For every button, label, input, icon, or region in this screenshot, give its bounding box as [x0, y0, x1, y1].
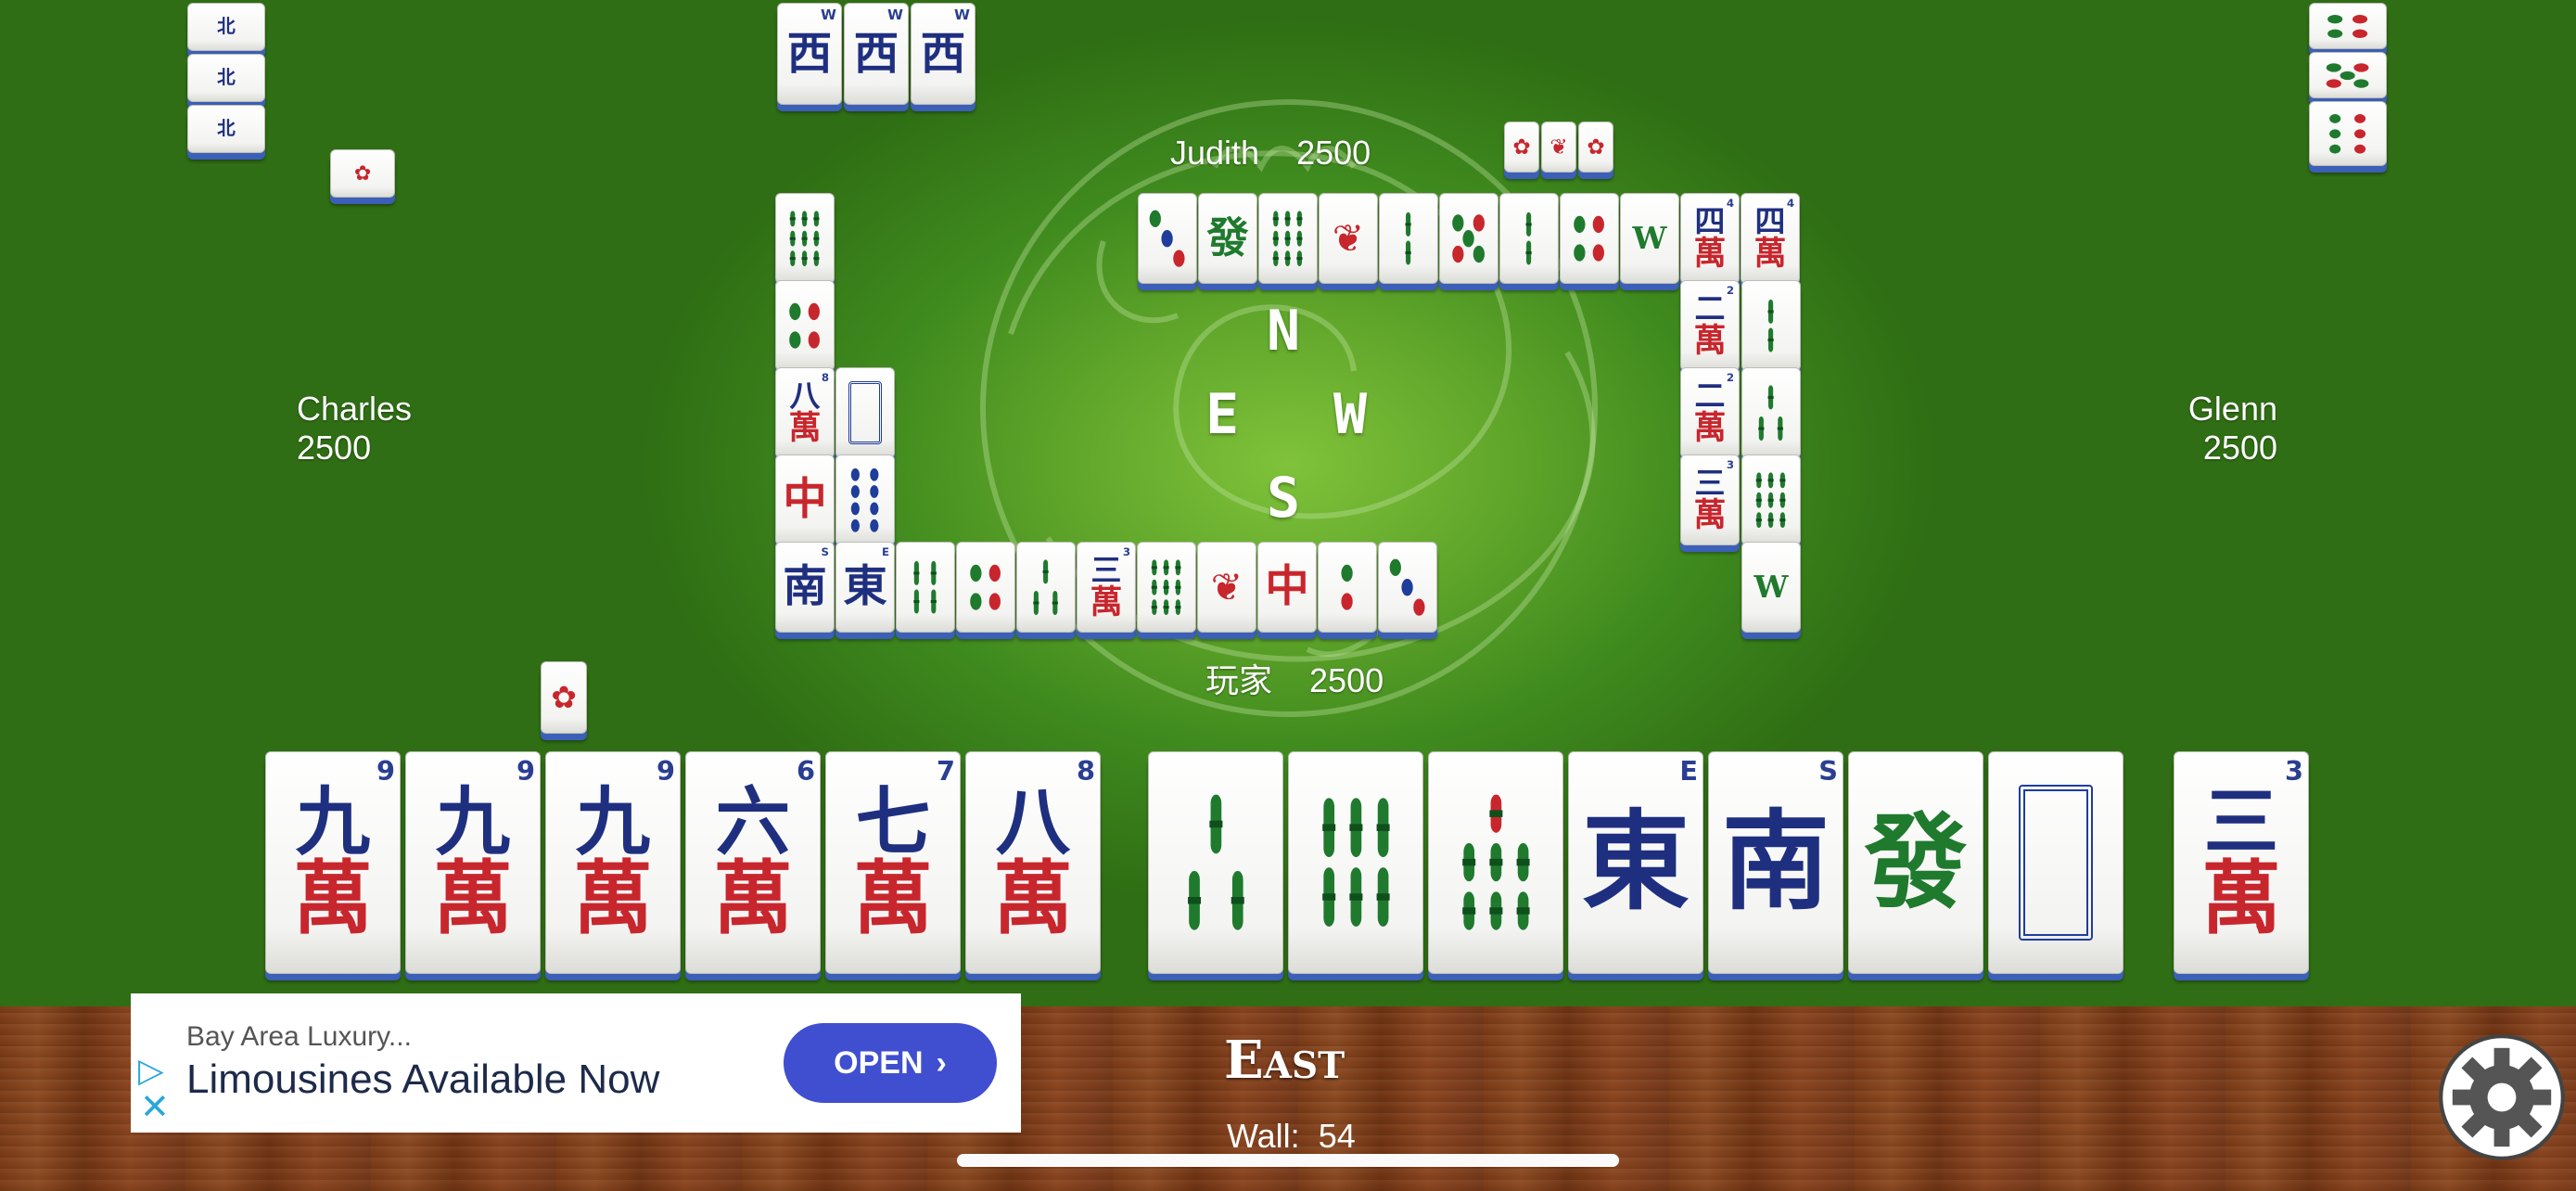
home-indicator[interactable] — [957, 1154, 1619, 1167]
discard-tile — [956, 542, 1015, 633]
discard-tile — [1741, 280, 1801, 371]
flower-tile: ✿ — [1578, 122, 1613, 173]
meld-tile — [2309, 52, 2387, 98]
discard-tile: 三 萬3 — [1077, 542, 1136, 633]
discard-tile — [1318, 542, 1377, 633]
ad-open-button[interactable]: OPEN › — [784, 1023, 997, 1103]
round-wind: East — [1224, 1030, 1345, 1091]
hand-tile[interactable] — [1288, 751, 1423, 974]
ad-close-icon[interactable]: ✕ — [140, 1086, 170, 1128]
wall-count: Wall: 54 — [1227, 1117, 1356, 1156]
discard-tile — [1499, 193, 1559, 284]
meld-tile — [2309, 3, 2387, 49]
discard-tile: 四 萬4 — [1741, 193, 1800, 284]
settings-gear-icon[interactable] — [2437, 1032, 2567, 1162]
discard-tile: ❦ — [1197, 542, 1256, 633]
hand-tile[interactable] — [1428, 751, 1563, 974]
hand-tile[interactable]: 七 萬7 — [825, 751, 961, 974]
discard-tile: 二 萬2 — [1680, 367, 1740, 458]
discard-tile: W — [1620, 193, 1679, 284]
discard-tile — [1138, 193, 1197, 284]
discard-tile: 四 萬4 — [1680, 193, 1740, 284]
discard-tile — [1439, 193, 1498, 284]
discard-tile — [1741, 367, 1801, 458]
west-player: Charles 2500 — [297, 390, 412, 467]
discard-tile: 八 萬8 — [775, 367, 835, 458]
hand-tile[interactable]: 九 萬9 — [545, 751, 681, 974]
discard-tile: 三 萬3 — [1680, 455, 1740, 545]
east-player: Glenn 2500 — [2179, 390, 2277, 467]
ad-choices-icon[interactable]: ▷ — [138, 1051, 164, 1090]
ad-title: Limousines Available Now — [186, 1057, 660, 1102]
meld-tile: 西W — [777, 3, 842, 105]
player-name: Charles — [297, 390, 413, 428]
discard-tile — [835, 455, 895, 545]
ad-banner[interactable]: ▷ ✕ Bay Area Luxury... Limousines Availa… — [131, 993, 1021, 1133]
north-player: Judith 2500 — [1170, 134, 1371, 173]
discard-tile: 發 — [1198, 193, 1257, 284]
compass-south: S — [1267, 466, 1301, 531]
hand-tile[interactable]: 八 萬8 — [965, 751, 1101, 974]
discard-tile — [1258, 193, 1318, 284]
discard-tile: 中 — [1257, 542, 1317, 633]
flower-tile: ❦ — [1541, 122, 1576, 173]
player-score: 2500 — [1296, 134, 1371, 172]
player-score: 2500 — [297, 429, 372, 467]
flower-tile: ✿ — [330, 149, 395, 198]
player-name: Judith — [1170, 134, 1260, 172]
meld-tile: 北 — [187, 54, 265, 102]
discard-tile — [775, 193, 835, 284]
hand-tile[interactable]: 九 萬9 — [405, 751, 541, 974]
meld-tile: 西W — [844, 3, 909, 105]
discard-tile: W — [1741, 542, 1801, 633]
discard-tile — [1379, 193, 1438, 284]
hand-tile[interactable] — [1988, 751, 2123, 974]
hand-tile[interactable]: 九 萬9 — [265, 751, 401, 974]
south-player: 玩家 2500 — [1205, 654, 1384, 702]
discard-tile — [1016, 542, 1076, 633]
meld-tile: 西W — [911, 3, 976, 105]
meld-tile: 北 — [187, 105, 265, 153]
wall-number: 54 — [1318, 1117, 1356, 1155]
discard-tile — [835, 367, 895, 458]
discard-tile: ❦ — [1319, 193, 1378, 284]
discard-tile: 南S — [775, 542, 835, 633]
flower-tile: ✿ — [1504, 122, 1539, 173]
discard-tile: 東E — [835, 542, 895, 633]
chevron-right-icon: › — [936, 1044, 947, 1081]
compass-north: N — [1267, 299, 1301, 364]
discard-tile — [1378, 542, 1437, 633]
discard-tile — [1137, 542, 1196, 633]
hand-tile[interactable] — [1148, 751, 1283, 974]
drawn-tile[interactable]: 三 萬3 — [2174, 751, 2309, 974]
discard-tile — [896, 542, 955, 633]
player-score: 2500 — [2202, 429, 2277, 467]
discard-tile: 中 — [775, 455, 835, 545]
hand-tile[interactable]: 六 萬6 — [685, 751, 821, 974]
player-score: 2500 — [1309, 661, 1384, 699]
hand-tile[interactable]: 南S — [1708, 751, 1843, 974]
player-name: 玩家 — [1205, 661, 1273, 699]
ad-subtitle: Bay Area Luxury... — [186, 1021, 412, 1052]
hand-tile[interactable]: 東E — [1568, 751, 1703, 974]
compass-west: W — [1333, 382, 1368, 447]
meld-tile: 北 — [187, 3, 265, 51]
compass-east: E — [1205, 382, 1240, 447]
discard-tile — [775, 280, 835, 371]
flower-tile: ✿ — [541, 661, 587, 734]
discard-tile: 二 萬2 — [1680, 280, 1740, 371]
discard-tile — [1560, 193, 1619, 284]
hand-tile[interactable]: 發 — [1848, 751, 1983, 974]
meld-tile — [2309, 101, 2387, 166]
ad-open-label: OPEN — [834, 1044, 924, 1081]
player-name: Glenn — [2187, 390, 2277, 428]
wall-label: Wall: — [1227, 1117, 1300, 1155]
discard-tile — [1741, 455, 1801, 545]
